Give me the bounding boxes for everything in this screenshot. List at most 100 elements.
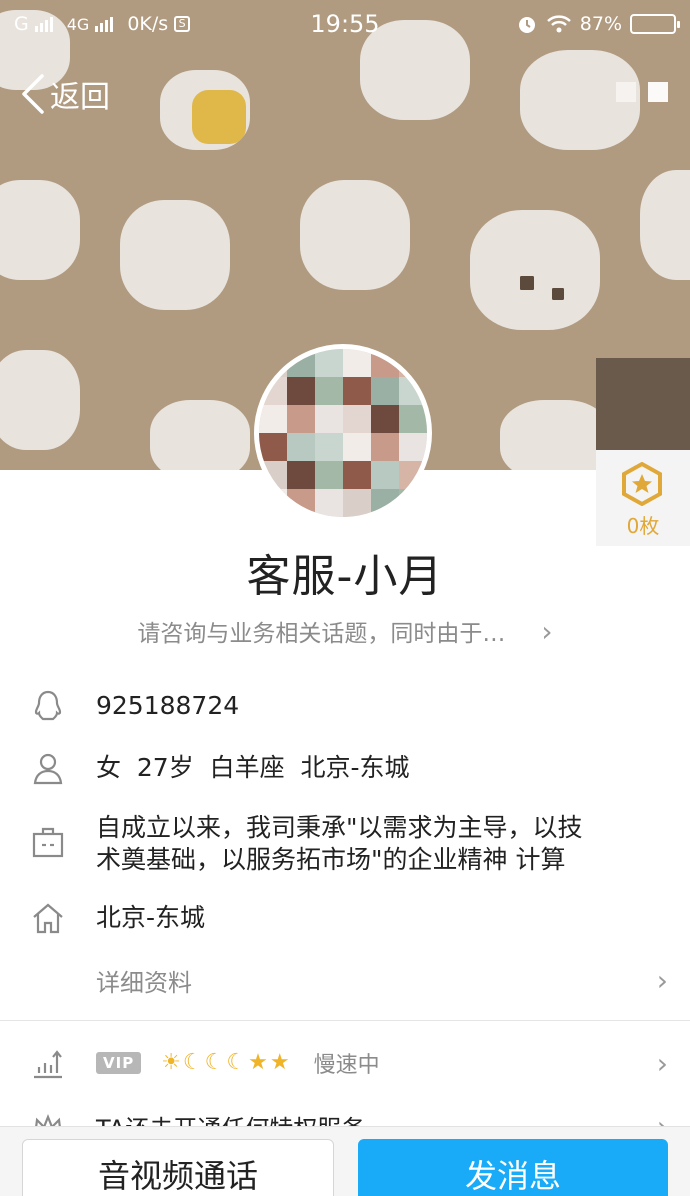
medal-panel-top xyxy=(596,358,690,450)
divider xyxy=(0,1020,690,1021)
avatar-pixel xyxy=(287,405,315,433)
penguin-icon xyxy=(0,688,96,724)
avatar-pixel xyxy=(315,489,343,517)
star-icon: ★ xyxy=(269,1050,290,1075)
avatar-pixel xyxy=(399,461,427,489)
location: 北京-东城 xyxy=(96,903,206,932)
battery-icon xyxy=(630,14,680,34)
avatar-pixel xyxy=(259,433,287,461)
avatar-pixel xyxy=(399,489,427,517)
moon-icon: ☾ xyxy=(204,1050,225,1075)
level-icons: ☀ ☾ ☾ ☾ ★ ★ xyxy=(161,1052,289,1074)
cover-pattern xyxy=(470,210,600,330)
company-line-1: 自成立以来，我司秉承"以需求为主导，以技 xyxy=(96,813,583,842)
avatar-pixel xyxy=(259,489,287,517)
avatar-pixel xyxy=(287,489,315,517)
video-call-button[interactable]: 音视频通话 xyxy=(22,1139,334,1196)
level-chart-icon xyxy=(0,1045,96,1081)
chevron-left-icon xyxy=(22,74,44,114)
back-button[interactable]: 返回 xyxy=(18,72,110,116)
avatar-pixel xyxy=(315,377,343,405)
cover-pattern xyxy=(640,170,690,280)
avatar[interactable] xyxy=(254,344,432,522)
signature-row[interactable]: 请咨询与业务相关话题，同时由于… › xyxy=(0,614,690,648)
signature-text: 请咨询与业务相关话题，同时由于… xyxy=(137,621,506,647)
star-icon: ★ xyxy=(248,1050,268,1075)
bottom-action-bar: 音视频通话 发消息 xyxy=(0,1126,690,1196)
avatar-pixel xyxy=(343,377,371,405)
avatar-pixel xyxy=(287,377,315,405)
cover-pattern xyxy=(500,400,610,470)
signal-icon xyxy=(95,16,114,32)
detail-info-link[interactable]: 详细资料 › xyxy=(0,960,690,1000)
vip-badge: VIP xyxy=(96,1052,142,1074)
basic-info-row: 女 27岁 白羊座 北京-东城 xyxy=(0,750,690,786)
detail-label: 详细资料 xyxy=(96,968,192,997)
avatar-pixel xyxy=(259,405,287,433)
avatar-pixel xyxy=(315,405,343,433)
avatar-pixel xyxy=(371,405,399,433)
chevron-right-icon: › xyxy=(656,1046,668,1080)
avatar-pixel xyxy=(315,349,343,377)
avatar-pixel xyxy=(315,433,343,461)
qq-number-row: 925188724 xyxy=(0,688,690,724)
status-bar: G 4G 0K/s S 19:55 87% xyxy=(0,0,690,48)
cover-pattern xyxy=(0,350,80,450)
cover-pattern xyxy=(300,180,410,290)
avatar-pixel xyxy=(371,377,399,405)
vip-status: 慢速中 xyxy=(313,1053,380,1078)
avatar-pixel xyxy=(315,461,343,489)
person-icon xyxy=(0,750,96,786)
battery-percent: 87% xyxy=(579,13,622,35)
medal-count: 0枚 xyxy=(626,514,660,538)
company-row: 自成立以来，我司秉承"以需求为主导，以技 术奠基础，以服务拓市场"的企业精神 计… xyxy=(0,812,690,876)
sim-status-icon: S xyxy=(174,16,191,32)
avatar-pixel xyxy=(343,349,371,377)
avatar-pixel xyxy=(259,461,287,489)
company-line-2: 术奠基础，以服务拓市场"的企业精神 计算 xyxy=(96,845,566,874)
chevron-right-icon: › xyxy=(541,614,553,648)
profile-name: 客服-小月 xyxy=(246,551,444,602)
medal-icon xyxy=(622,462,662,506)
avatar-pixel xyxy=(371,489,399,517)
cover-pattern xyxy=(192,90,246,144)
send-message-button[interactable]: 发消息 xyxy=(358,1139,668,1196)
cover-pattern xyxy=(150,400,250,470)
avatar-pixel xyxy=(287,461,315,489)
briefcase-icon xyxy=(0,812,96,860)
menu-dot-icon xyxy=(648,82,668,102)
menu-dot-icon xyxy=(616,82,636,102)
moon-icon: ☾ xyxy=(182,1050,203,1075)
sim2-label: 4G xyxy=(66,14,90,34)
status-left: G 4G 0K/s S xyxy=(14,13,516,35)
sim1-label: G xyxy=(14,13,29,35)
location-row: 北京-东城 xyxy=(0,900,690,936)
avatar-pixel xyxy=(399,405,427,433)
avatar-pixel xyxy=(343,433,371,461)
cover-pattern xyxy=(552,288,564,300)
company-description: 自成立以来，我司秉承"以需求为主导，以技 术奠基础，以服务拓市场"的企业精神 计… xyxy=(96,812,583,876)
avatar-pixel xyxy=(343,461,371,489)
avatar-pixel xyxy=(371,433,399,461)
qq-number: 925188724 xyxy=(96,691,240,720)
moon-icon: ☾ xyxy=(226,1050,247,1075)
cover-pattern xyxy=(520,276,534,290)
wifi-icon xyxy=(546,15,571,33)
network-speed: 0K/s xyxy=(127,13,169,35)
back-label: 返回 xyxy=(50,80,110,115)
signal-icon xyxy=(34,16,53,32)
more-menu-button[interactable] xyxy=(616,82,668,102)
basic-info: 女 27岁 白羊座 北京-东城 xyxy=(96,753,410,782)
chevron-right-icon: › xyxy=(656,963,668,997)
cover-pattern xyxy=(120,200,230,310)
avatar-pixel xyxy=(343,405,371,433)
vip-row[interactable]: VIP ☀ ☾ ☾ ☾ ★ ★ 慢速中 › xyxy=(0,1040,690,1086)
avatar-pixel xyxy=(371,461,399,489)
home-icon xyxy=(0,900,96,936)
avatar-pixel xyxy=(399,433,427,461)
avatar-pixel xyxy=(287,433,315,461)
avatar-pixel xyxy=(343,489,371,517)
alarm-icon xyxy=(518,17,535,33)
sun-icon: ☀ xyxy=(161,1050,181,1075)
cover-pattern xyxy=(0,180,80,280)
